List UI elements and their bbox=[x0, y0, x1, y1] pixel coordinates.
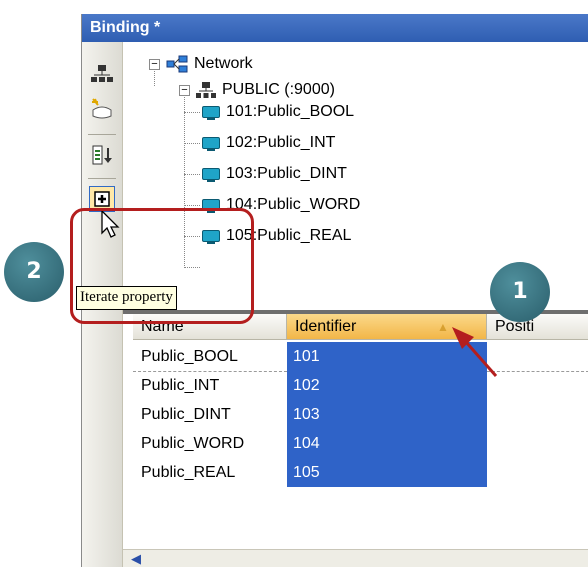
callout-arrow-icon bbox=[452, 327, 498, 377]
